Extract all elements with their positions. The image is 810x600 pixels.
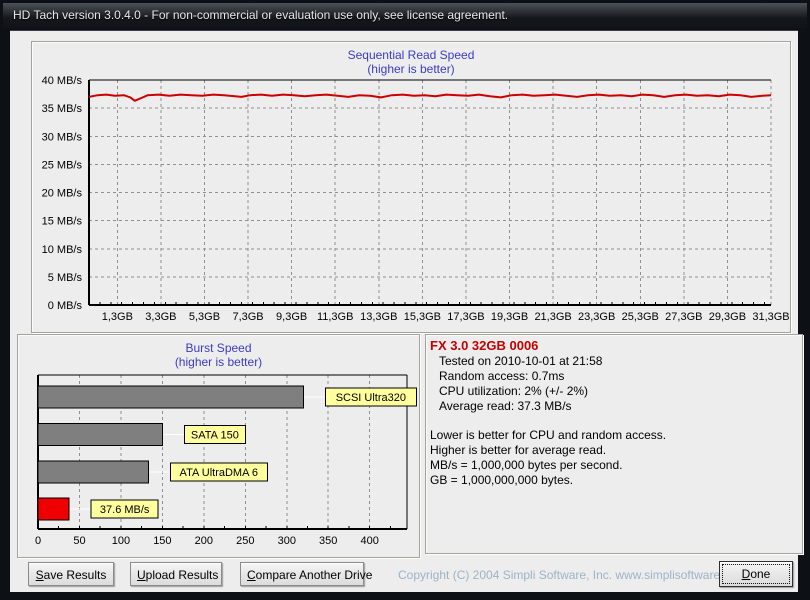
y-tick-label: 0 MB/s bbox=[48, 300, 83, 312]
x-tick-label: 250 bbox=[236, 535, 254, 547]
copyright-text: Copyright (C) 2004 Simpli Software, Inc.… bbox=[398, 568, 747, 582]
window-titlebar[interactable]: HD Tach version 3.0.4.0 - For non-commer… bbox=[3, 3, 807, 28]
random-access-line: Random access: 0.7ms bbox=[439, 369, 565, 383]
results-info-panel: FX 3.0 32GB 0006 Tested on 2010-10-01 at… bbox=[425, 334, 803, 554]
x-tick-label: 350 bbox=[319, 535, 337, 547]
y-tick-label: 20 MB/s bbox=[42, 188, 83, 200]
upload-results-button[interactable]: Upload Results bbox=[130, 562, 222, 586]
average-read-line: Average read: 37.3 MB/s bbox=[439, 399, 572, 413]
sequential-read-panel: Sequential Read Speed (higher is better)… bbox=[31, 41, 791, 333]
x-tick-label: 23,3GB bbox=[578, 311, 615, 323]
x-tick-label: 25,3GB bbox=[622, 311, 659, 323]
note-lower-better: Lower is better for CPU and random acces… bbox=[430, 428, 667, 442]
cpu-utilization-line: CPU utilization: 2% (+/- 2%) bbox=[439, 384, 589, 398]
note-gb-definition: GB = 1,000,000,000 bytes. bbox=[430, 473, 574, 487]
bar-label: ATA UltraDMA 6 bbox=[180, 467, 258, 479]
y-tick-label: 10 MB/s bbox=[42, 244, 83, 256]
bar-label: SCSI Ultra320 bbox=[336, 392, 406, 404]
bar-37-6-mb-s bbox=[37, 497, 70, 521]
x-tick-label: 29,3GB bbox=[709, 311, 746, 323]
x-tick-label: 15,3GB bbox=[404, 311, 441, 323]
note-higher-better: Higher is better for average read. bbox=[430, 443, 607, 457]
x-tick-label: 300 bbox=[278, 535, 296, 547]
x-tick-label: 1,3GB bbox=[102, 311, 133, 323]
bar-scsi-ultra320 bbox=[37, 385, 304, 409]
x-tick-label: 21,3GB bbox=[534, 311, 571, 323]
y-tick-label: 25 MB/s bbox=[42, 159, 83, 171]
x-tick-label: 100 bbox=[112, 535, 130, 547]
hd-tach-window: HD Tach version 3.0.4.0 - For non-commer… bbox=[0, 0, 810, 600]
client-area: Sequential Read Speed (higher is better)… bbox=[10, 30, 803, 592]
drive-name: FX 3.0 32GB 0006 bbox=[430, 338, 539, 353]
burst-speed-panel: Burst Speed (higher is better) 0 50 100 150… bbox=[17, 334, 420, 558]
x-tick-label: 0 bbox=[35, 535, 41, 547]
sequential-read-chart: 0 MB/s 5 MB/s 10 MB/s 15 MB/s 20 MB/s 25 MB/s… bbox=[42, 75, 790, 323]
y-tick-label: 40 MB/s bbox=[42, 75, 83, 87]
x-tick-label: 9,3GB bbox=[276, 311, 307, 323]
x-tick-label: 19,3GB bbox=[491, 311, 528, 323]
x-tick-label: 17,3GB bbox=[447, 311, 484, 323]
x-tick-label: 50 bbox=[73, 535, 85, 547]
bar-label: SATA 150 bbox=[191, 429, 239, 441]
tested-on-line: Tested on 2010-10-01 at 21:58 bbox=[439, 354, 603, 368]
burst-speed-chart: 0 50 100 150 200 250 300 350 400 SCSI Ultra320 SAT… bbox=[35, 374, 417, 547]
x-tick-label: 3,3GB bbox=[145, 311, 176, 323]
done-button[interactable]: Done bbox=[719, 561, 793, 587]
x-tick-label: 13,3GB bbox=[360, 311, 397, 323]
y-tick-label: 30 MB/s bbox=[42, 131, 83, 143]
read-speed-line bbox=[88, 93, 772, 102]
bar-label: 37.6 MB/s bbox=[100, 504, 150, 516]
x-tick-label: 27,3GB bbox=[665, 311, 702, 323]
x-tick-label: 150 bbox=[153, 535, 171, 547]
x-tick-label: 200 bbox=[195, 535, 213, 547]
x-tick-label: 400 bbox=[361, 535, 379, 547]
y-tick-label: 15 MB/s bbox=[42, 216, 83, 228]
note-mbs-definition: MB/s = 1,000,000 bytes per second. bbox=[430, 458, 623, 472]
bar-ata-ultradma-6 bbox=[37, 460, 149, 484]
compare-another-drive-button[interactable]: Compare Another Drive bbox=[240, 562, 372, 586]
x-tick-label: 5,3GB bbox=[189, 311, 220, 323]
save-results-button[interactable]: Save Results bbox=[28, 562, 114, 586]
x-tick-label: 31,3GB bbox=[752, 311, 789, 323]
bar-sata-150 bbox=[37, 422, 163, 446]
y-tick-label: 5 MB/s bbox=[48, 272, 83, 284]
x-tick-label: 11,3GB bbox=[317, 311, 354, 323]
window-title: HD Tach version 3.0.4.0 - For non-commer… bbox=[13, 8, 509, 22]
y-tick-label: 35 MB/s bbox=[42, 103, 83, 115]
x-tick-label: 7,3GB bbox=[232, 311, 263, 323]
